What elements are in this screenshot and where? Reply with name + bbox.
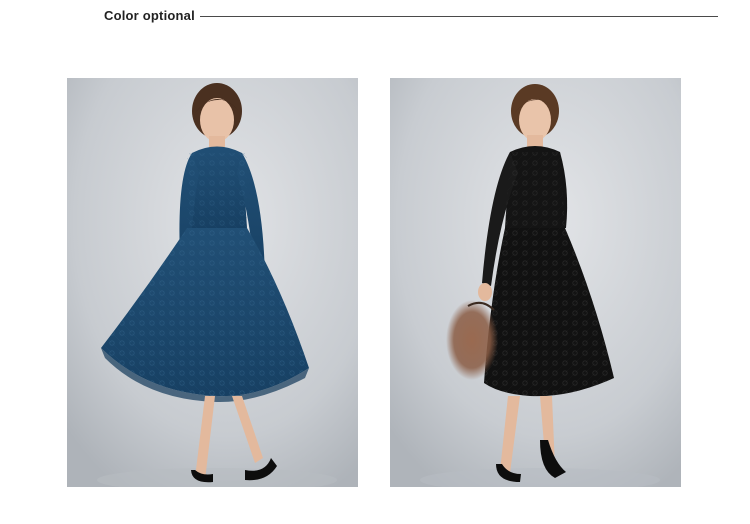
section-title: Color optional [104, 8, 195, 23]
section-header: Color optional [104, 6, 718, 26]
black-lace-dress-photo [390, 78, 681, 487]
blue-lace-dress-photo [67, 78, 358, 487]
product-photo-blue-dress[interactable] [67, 78, 358, 487]
section-divider [200, 16, 718, 17]
product-photo-black-dress[interactable] [390, 78, 681, 487]
